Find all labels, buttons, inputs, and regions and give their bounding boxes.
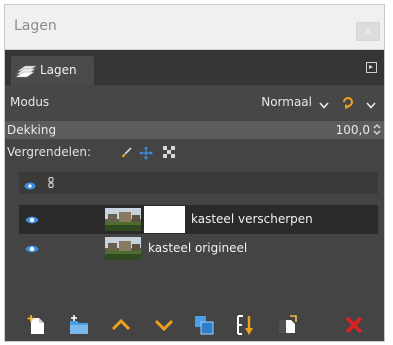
layer-name[interactable]: kasteel origineel <box>148 241 247 255</box>
layer-mask-thumbnail[interactable] <box>144 206 185 233</box>
window-title: Lagen <box>14 18 57 34</box>
layer-thumbnail[interactable] <box>105 237 141 260</box>
position-lock-icon[interactable] <box>139 146 153 160</box>
layers-dialog: Lagen × Lagen Modus Normaal Dekking 100,… <box>4 4 385 342</box>
chain-icon[interactable] <box>48 176 54 189</box>
close-button[interactable]: × <box>356 22 380 41</box>
lock-label: Vergrendelen: <box>7 145 92 159</box>
duplicate-layer-icon[interactable] <box>193 314 215 336</box>
lock-row: Vergrendelen: <box>5 142 384 164</box>
paintbrush-lock-icon[interactable] <box>120 146 133 159</box>
chevron-down-icon[interactable] <box>366 98 376 109</box>
chevron-down-icon[interactable] <box>319 98 329 109</box>
tab-label: Lagen <box>40 63 77 77</box>
mode-label: Modus <box>10 95 50 109</box>
composite-mode-icon[interactable] <box>341 95 355 109</box>
delete-layer-icon[interactable] <box>343 314 365 336</box>
mode-row: Modus Normaal <box>5 86 384 119</box>
lower-layer-icon[interactable] <box>153 314 175 336</box>
opacity-slider[interactable]: Dekking 100,0 <box>5 121 384 139</box>
panel-menu-button[interactable] <box>366 62 377 73</box>
tab-layers[interactable]: Lagen <box>11 56 94 85</box>
layer-row[interactable]: kasteel verscherpen <box>19 205 378 234</box>
layer-list-header <box>19 172 378 194</box>
raise-layer-icon[interactable] <box>110 314 132 336</box>
layers-icon <box>15 62 37 80</box>
add-mask-icon[interactable] <box>276 314 298 336</box>
eye-icon[interactable] <box>24 179 36 190</box>
layer-name[interactable]: kasteel verscherpen <box>191 212 313 226</box>
new-layer-group-icon[interactable] <box>68 314 90 336</box>
mode-dropdown[interactable]: Normaal <box>261 95 312 109</box>
eye-icon[interactable] <box>25 214 39 224</box>
layer-toolbar <box>5 305 384 341</box>
opacity-label: Dekking <box>7 123 57 137</box>
layer-row[interactable]: kasteel origineel <box>19 234 378 263</box>
layer-thumbnail[interactable] <box>105 208 141 231</box>
title-bar[interactable]: Lagen × <box>5 5 384 50</box>
dock-tab-bar: Lagen <box>5 50 384 85</box>
opacity-value[interactable]: 100,0 <box>336 123 370 137</box>
spin-arrows-icon[interactable] <box>373 123 381 136</box>
eye-icon[interactable] <box>25 243 39 253</box>
alpha-lock-icon[interactable] <box>162 145 176 159</box>
merge-layer-icon[interactable] <box>234 314 256 336</box>
new-layer-icon[interactable] <box>26 314 48 336</box>
